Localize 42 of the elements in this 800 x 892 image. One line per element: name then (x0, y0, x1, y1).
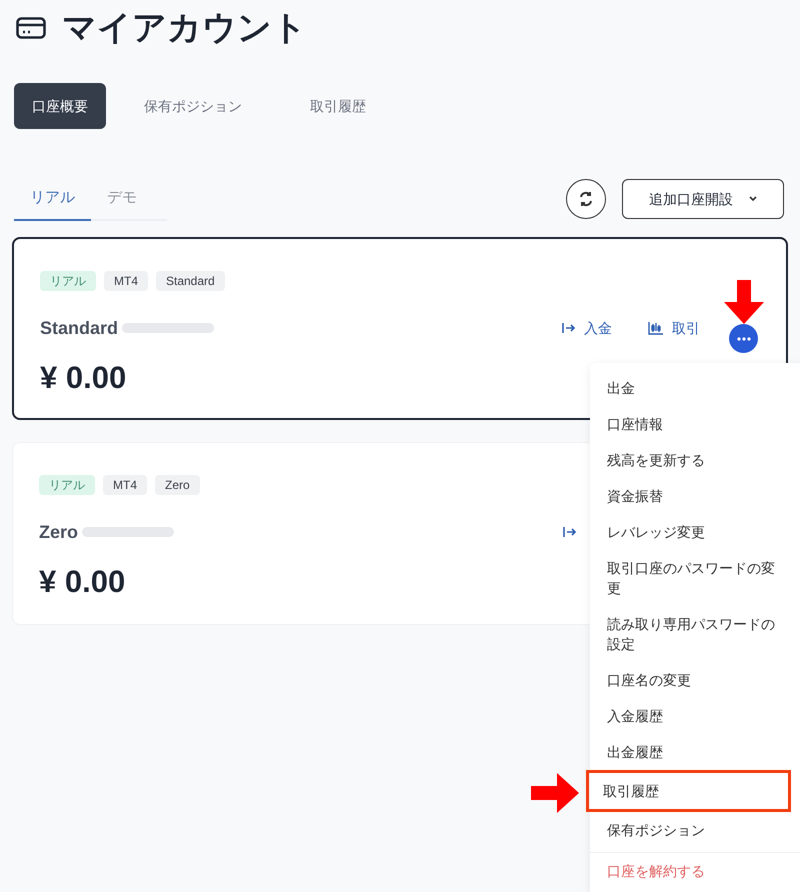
account-tag: MT4 (104, 271, 148, 291)
tab[interactable]: 口座概要 (14, 83, 106, 129)
account-tag: リアル (40, 271, 96, 291)
menu-item[interactable]: 読み取り専用パスワードの設定 (590, 606, 800, 662)
menu-item[interactable]: 入金履歴 (590, 698, 800, 734)
card-icon (16, 17, 46, 39)
more-icon (736, 336, 750, 340)
balance: ¥ 0.00 (39, 563, 126, 601)
annotation-arrow-icon (531, 773, 579, 813)
open-account-dropdown[interactable]: 追加口座開設 (622, 179, 784, 219)
account-tag: リアル (39, 475, 95, 495)
trade-button[interactable]: 取引 (648, 318, 700, 338)
refresh-button[interactable] (566, 179, 606, 219)
menu-item[interactable]: 取引口座のパスワードの変更 (590, 550, 800, 606)
refresh-icon (578, 191, 594, 207)
tab[interactable]: 保有ポジション (114, 83, 272, 129)
arrow-right-bar-icon (562, 322, 576, 334)
menu-item[interactable]: 保有ポジション (590, 812, 800, 848)
menu-item[interactable]: 出金 (590, 370, 800, 406)
subtab[interactable]: リアル (14, 177, 91, 221)
account-tag: Zero (155, 475, 200, 495)
menu-item[interactable]: 出金履歴 (590, 734, 800, 770)
candlestick-chart-icon (648, 321, 664, 335)
menu-item[interactable]: 口座情報 (590, 406, 800, 442)
menu-item[interactable]: レバレッジ変更 (590, 514, 800, 550)
tab[interactable]: 取引履歴 (280, 83, 396, 129)
account-name: Standard (40, 316, 118, 340)
annotation-arrow-icon (724, 280, 764, 324)
deposit-button[interactable]: 入金 (562, 318, 612, 338)
page-title: マイアカウント (62, 11, 307, 45)
menu-item[interactable]: 残高を更新する (590, 442, 800, 478)
balance: ¥ 0.00 (40, 359, 126, 397)
account-tag: MT4 (103, 475, 147, 495)
menu-item[interactable]: 口座名の変更 (590, 662, 800, 698)
arrow-right-bar-icon (563, 526, 577, 538)
deposit-button[interactable] (563, 526, 577, 538)
caret-icon (749, 196, 757, 202)
more-button[interactable] (729, 324, 758, 353)
menu-item[interactable]: 資金振替 (590, 478, 800, 514)
highlighted-menu-item[interactable]: 取引履歴 (586, 770, 791, 812)
account-tag: Standard (156, 271, 225, 291)
account-name: Zero (39, 520, 78, 544)
